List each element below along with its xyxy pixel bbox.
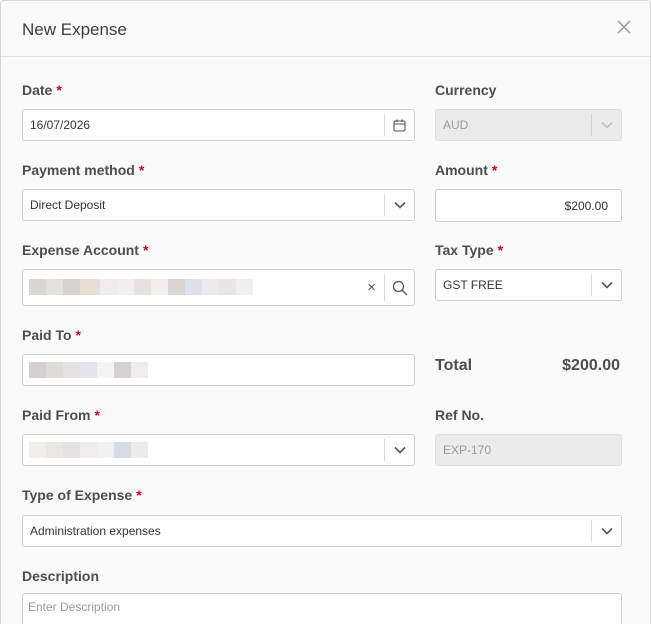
date-label: Date * — [22, 82, 62, 98]
description-placeholder: Enter Description — [28, 600, 121, 614]
date-input[interactable]: 16/07/2026 — [22, 109, 415, 141]
payment-method-select[interactable]: Direct Deposit — [22, 189, 415, 221]
paid-to-label: Paid To * — [22, 327, 81, 343]
paid-to-redacted-value — [29, 362, 148, 378]
ref-no-label: Ref No. — [435, 407, 484, 423]
tax-type-label: Tax Type * — [435, 242, 504, 258]
ref-no-input: EXP-170 — [435, 434, 622, 466]
clear-icon[interactable]: × — [367, 270, 376, 305]
dialog-title: New Expense — [22, 20, 127, 39]
tax-type-value: GST FREE — [443, 278, 503, 292]
calendar-icon[interactable] — [384, 114, 414, 136]
paid-to-input[interactable] — [22, 354, 415, 386]
new-expense-dialog: New Expense Date * 16/07/2026 Currency AU… — [0, 0, 651, 624]
search-icon[interactable] — [384, 274, 414, 301]
currency-select: AUD — [435, 109, 622, 141]
expense-account-redacted-value — [29, 279, 253, 295]
chevron-down-icon[interactable] — [591, 520, 621, 542]
payment-method-label: Payment method * — [22, 162, 145, 178]
expense-account-label: Expense Account * — [22, 242, 149, 258]
paid-from-label: Paid From * — [22, 407, 100, 423]
description-label: Description — [22, 568, 100, 584]
type-of-expense-label: Type of Expense * — [22, 487, 142, 503]
amount-value: $200.00 — [564, 198, 608, 213]
chevron-down-icon[interactable] — [591, 274, 621, 296]
chevron-down-icon — [591, 114, 621, 136]
total-label: Total — [435, 357, 473, 374]
dialog-header: New Expense — [1, 1, 650, 57]
currency-value: AUD — [443, 118, 469, 132]
tax-type-select[interactable]: GST FREE — [435, 269, 622, 301]
type-of-expense-select[interactable]: Administration expenses — [22, 515, 622, 547]
description-textarea[interactable]: Enter Description — [22, 593, 622, 624]
ref-no-value: EXP-170 — [443, 443, 492, 457]
expense-account-input[interactable]: × — [22, 269, 415, 306]
chevron-down-icon[interactable] — [384, 194, 414, 216]
amount-label: Amount * — [435, 162, 498, 178]
close-icon[interactable] — [614, 17, 634, 37]
amount-input[interactable]: $200.00 — [435, 189, 622, 222]
chevron-down-icon[interactable] — [384, 439, 414, 461]
payment-method-value: Direct Deposit — [30, 198, 106, 212]
date-value: 16/07/2026 — [30, 118, 91, 132]
currency-label: Currency — [435, 82, 497, 98]
type-of-expense-value: Administration expenses — [30, 524, 161, 538]
total-value: $200.00 — [562, 357, 620, 374]
paid-from-select[interactable] — [22, 434, 415, 466]
paid-from-redacted-value — [29, 442, 148, 458]
